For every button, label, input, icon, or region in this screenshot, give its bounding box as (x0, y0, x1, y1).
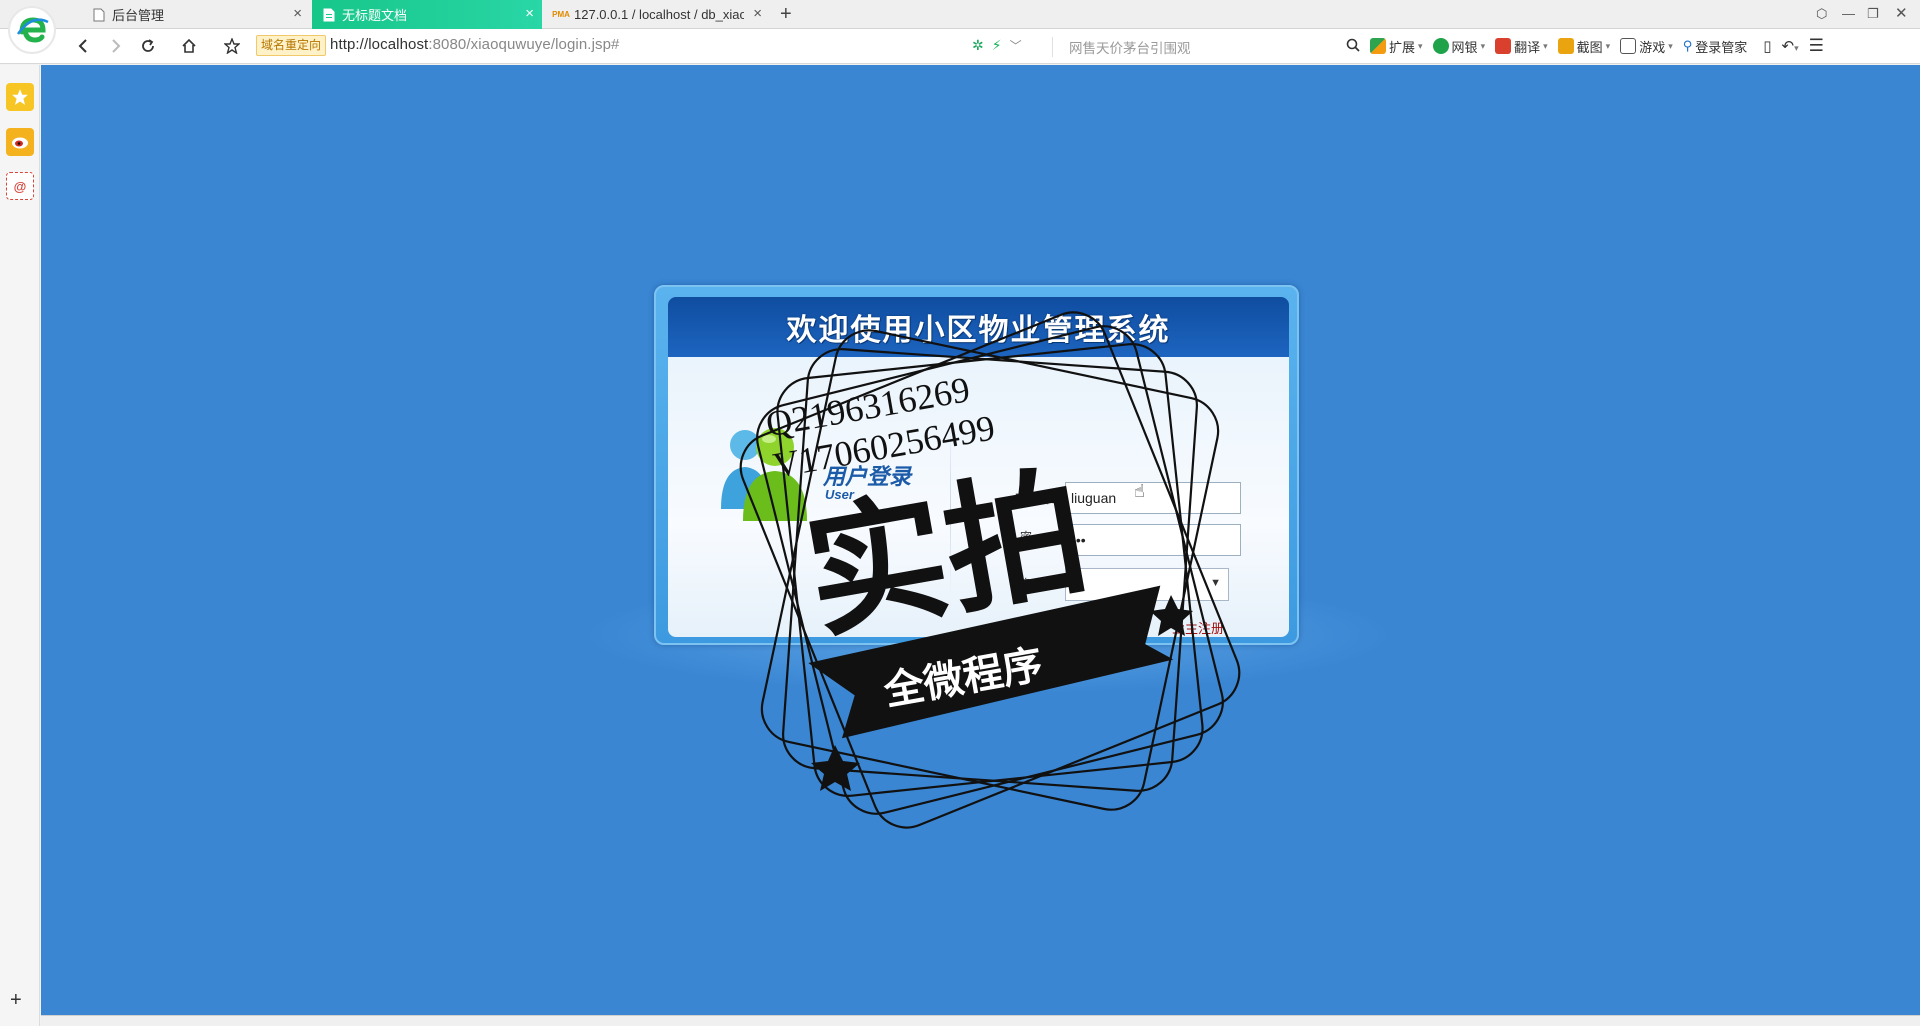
undo-icon[interactable]: ↶▾ (1782, 37, 1799, 55)
new-tab-button[interactable]: + (780, 3, 792, 25)
reading-mode-icon[interactable]: ▯ (1763, 37, 1771, 55)
toolbar: 扩展 ▾ 网银 ▾ 翻译 ▾ 截图 ▾ 游戏 ▾ ⚲ 登录管家 ▯ ↶▾ ☰ (1346, 36, 1824, 56)
tab-label: 无标题文档 (342, 8, 408, 23)
skin-icon[interactable]: ⬡ (1816, 6, 1827, 22)
reload-icon (142, 39, 154, 52)
browser-logo[interactable] (8, 6, 56, 54)
add-sidebar-item-button[interactable]: + (10, 989, 22, 1012)
document-icon (322, 8, 336, 22)
browser-tab-bar: 后台管理 × 无标题文档 × PMA 127.0.0.1 / localhost… (0, 0, 1920, 29)
screenshot-button[interactable]: 截图 ▾ (1557, 37, 1610, 56)
screenshot-icon (1557, 38, 1574, 54)
side-panel: @ + (0, 65, 40, 1026)
loading-spinner-icon: ✺ (1008, 645, 1020, 661)
online-bank-button[interactable]: 网银 ▾ (1432, 37, 1485, 56)
home-button[interactable] (178, 35, 200, 57)
users-icon (721, 428, 807, 521)
navigation-bar: 域名重定向 http://localhost:8080/xiaoquwuye/l… (0, 29, 1920, 64)
extensions-button[interactable]: 扩展 ▾ (1370, 37, 1423, 56)
role-label: 身 (1020, 577, 1033, 591)
tab-phpmyadmin[interactable]: PMA 127.0.0.1 / localhost / db_xiaoquwuy… (544, 0, 770, 29)
star-icon (224, 38, 240, 54)
search-icon[interactable] (1346, 38, 1360, 55)
login-panel: 欢迎使用小区物业管理系统 用户登录 User 用户名： 密 身 户 ▼ 登录 (654, 285, 1299, 661)
panel-subtitle: User (825, 487, 854, 502)
forward-button[interactable] (105, 35, 127, 57)
menu-icon[interactable]: ☰ (1809, 36, 1824, 56)
address-bar-icons: ✲ ⚡ ﹀ (972, 37, 1022, 54)
close-icon[interactable]: × (293, 6, 302, 22)
close-window-button[interactable]: ✕ (1895, 4, 1908, 22)
star-icon (811, 745, 860, 791)
back-button[interactable] (72, 35, 94, 57)
phpmyadmin-icon: PMA (552, 10, 570, 19)
security-icon[interactable]: ✲ (972, 37, 984, 54)
url-path: :8080/xiaoquwuye/login.jsp# (428, 36, 620, 53)
tab-backend-admin[interactable]: 后台管理 × (82, 0, 310, 29)
key-search-icon: ⚲ (1682, 38, 1693, 53)
url-host: http://localhost (330, 36, 429, 53)
redirect-badge[interactable]: 域名重定向 (256, 35, 327, 56)
minimize-button[interactable]: — (1842, 6, 1855, 21)
divider (950, 417, 951, 597)
reload-button[interactable] (137, 35, 159, 57)
page-viewport: 欢迎使用小区物业管理系统 用户登录 User 用户名： 密 身 户 ▼ 登录 (41, 65, 1920, 1015)
forward-arrow-icon (112, 39, 121, 53)
chevron-down-icon: ▼ (1210, 577, 1221, 589)
login-button[interactable]: 登录 (1064, 611, 1140, 641)
cursor-hand-icon: ☝ (1134, 481, 1145, 501)
system-title: 欢迎使用小区物业管理系统 (786, 313, 1171, 348)
login-manager-button[interactable]: ⚲ 登录管家 (1683, 37, 1748, 56)
status-bar (41, 1015, 1920, 1026)
chevron-down-icon[interactable]: ﹀ (1010, 37, 1022, 54)
translate-button[interactable]: 翻译 ▾ (1495, 37, 1548, 56)
mail-icon[interactable]: @ (6, 172, 34, 200)
password-input[interactable] (1065, 524, 1241, 556)
tab-untitled-document[interactable]: 无标题文档 × (312, 0, 542, 29)
search-input[interactable]: 网售天价茅台引围观 (1052, 37, 1191, 57)
bookmark-button[interactable] (221, 35, 243, 57)
extensions-icon (1370, 38, 1386, 54)
role-select[interactable]: 户 ▼ (1065, 568, 1229, 601)
document-icon (92, 8, 106, 22)
username-label: 用户名： (1014, 492, 1063, 506)
close-icon[interactable]: × (753, 6, 762, 22)
speed-mode-icon[interactable]: ⚡ (992, 37, 1002, 54)
tab-label: 后台管理 (112, 8, 165, 23)
role-selected-value: 户 (1071, 579, 1085, 594)
translate-icon (1495, 38, 1512, 54)
home-icon (182, 38, 196, 53)
tab-label: 127.0.0.1 / localhost / db_xiaoquwuye (574, 7, 744, 22)
favorites-icon[interactable] (6, 83, 34, 111)
gamepad-icon (1620, 38, 1637, 54)
games-button[interactable]: 游戏 ▾ (1620, 37, 1673, 56)
restore-button[interactable]: ❐ (1867, 6, 1879, 22)
weibo-icon[interactable] (6, 128, 34, 156)
shield-icon (1432, 38, 1449, 54)
back-arrow-icon (78, 39, 87, 53)
close-icon[interactable]: × (525, 6, 534, 22)
username-input[interactable] (1065, 482, 1241, 514)
login-body: 用户登录 User 用户名： 密 身 户 ▼ 登录 业主注册 ✺ (668, 357, 1289, 661)
login-header: 欢迎使用小区物业管理系统 (668, 297, 1289, 357)
password-label: 密 (1020, 530, 1033, 544)
address-bar[interactable]: http://localhost:8080/xiaoquwuye/login.j… (330, 36, 620, 53)
owner-register-link[interactable]: 业主注册 (1172, 618, 1224, 637)
